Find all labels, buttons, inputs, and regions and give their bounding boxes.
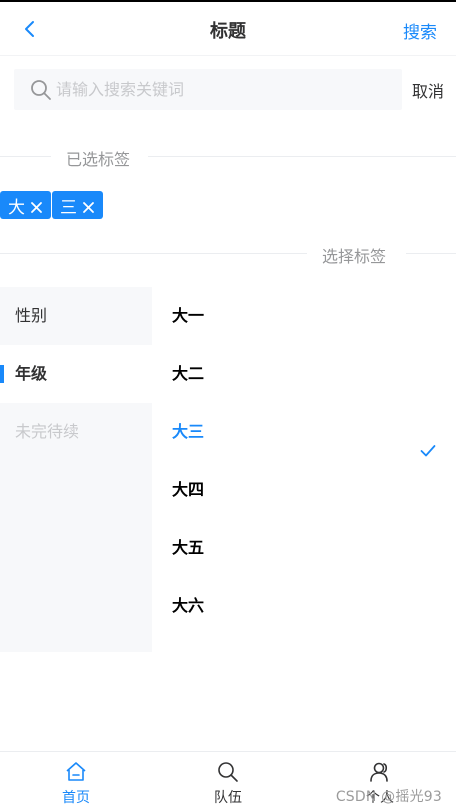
- choose-tags-heading: 选择标签: [322, 247, 387, 266]
- tab-home[interactable]: 首页: [0, 752, 152, 811]
- tree-nav-item-gender[interactable]: 性别: [0, 287, 152, 345]
- selected-tags-heading: 已选标签: [66, 150, 131, 169]
- cancel-button[interactable]: 取消: [412, 78, 444, 102]
- close-icon[interactable]: [82, 199, 95, 213]
- tab-team[interactable]: 队伍: [152, 752, 304, 811]
- tree-nav-item-tbd: 未完待续: [15, 422, 80, 441]
- selected-tags: 大 三: [0, 191, 103, 219]
- tab-label: 首页: [62, 790, 90, 806]
- tree-option-label: 大六: [172, 596, 205, 615]
- tree-select: 性别 年级 未完待续 大一 大二 大三 大四 大五 大六: [0, 287, 456, 652]
- user-icon: [370, 762, 388, 782]
- page-title: 标题: [210, 21, 246, 42]
- tag-label: 大: [8, 197, 25, 218]
- tree-nav-item-grade[interactable]: 年级: [0, 345, 152, 403]
- tree-option[interactable]: 大五: [152, 519, 456, 577]
- search-input[interactable]: [56, 69, 386, 110]
- tree-option-label: 大一: [172, 306, 205, 325]
- tree-option[interactable]: 大四: [152, 461, 456, 519]
- check-icon: [420, 424, 436, 457]
- tree-options: 大一 大二 大三 大四 大五 大六: [152, 287, 456, 652]
- selected-tags-divider: 已选标签: [0, 146, 456, 169]
- choose-tags-divider: 选择标签: [0, 243, 456, 266]
- tree-option[interactable]: 大一: [152, 287, 456, 345]
- tab-label: 队伍: [214, 790, 242, 806]
- search-button[interactable]: 搜索: [403, 18, 437, 43]
- tag-label: 三: [60, 197, 77, 218]
- tag-chip[interactable]: 大: [0, 191, 51, 219]
- tree-nav: 性别 年级 未完待续: [0, 287, 152, 652]
- nav-bar: 标题 搜索: [0, 2, 456, 56]
- watermark: CSDN @摇光93: [335, 789, 442, 805]
- home-icon: [66, 762, 86, 781]
- tree-option[interactable]: 大三: [152, 403, 456, 461]
- tree-option-label: 大五: [172, 538, 205, 557]
- tree-option-label: 大四: [172, 480, 205, 499]
- close-icon[interactable]: [30, 199, 43, 213]
- search-icon: [218, 762, 238, 782]
- search-bar: [14, 69, 402, 110]
- tree-option-label: 大三: [172, 422, 205, 441]
- tag-chip[interactable]: 三: [52, 191, 103, 219]
- tree-option[interactable]: 大六: [152, 577, 456, 635]
- tree-option[interactable]: 大二: [152, 345, 456, 403]
- search-icon: [30, 79, 52, 101]
- tree-option-label: 大二: [172, 364, 205, 383]
